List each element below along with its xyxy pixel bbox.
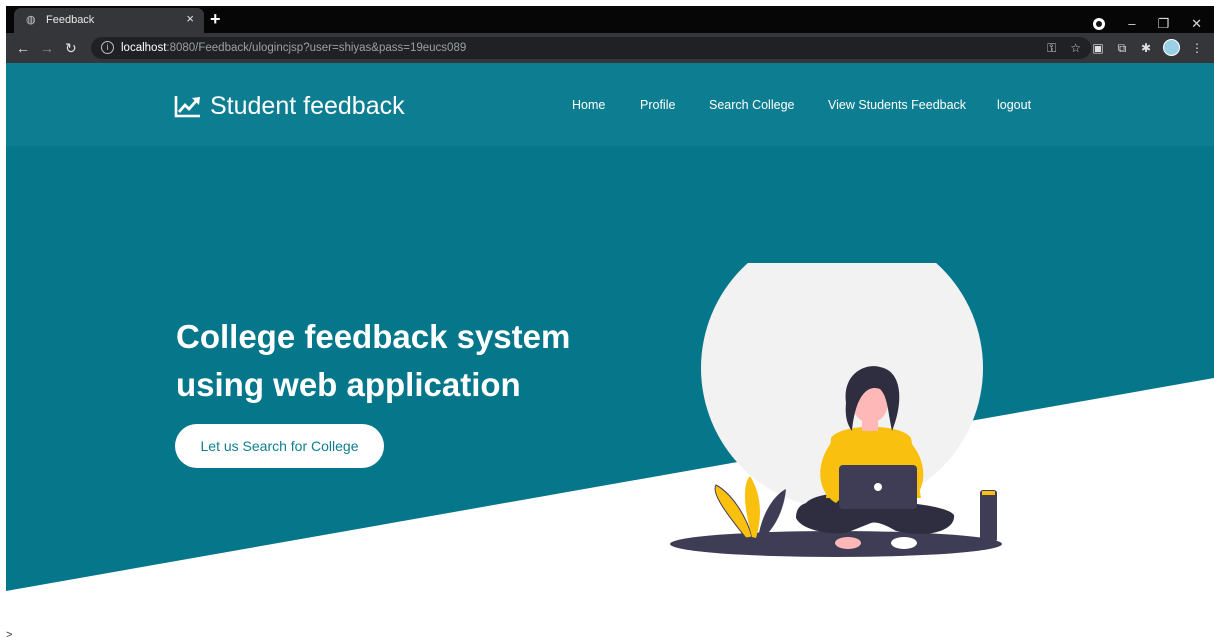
nav-view-students-feedback[interactable]: View Students Feedback (828, 97, 966, 113)
media-icon[interactable]: ▣ (1091, 41, 1105, 55)
search-college-button[interactable]: Let us Search for College (175, 424, 384, 468)
puzzle-icon[interactable]: ✱ (1139, 41, 1153, 55)
browser-window: – ❐ ✕ ◍ Feedback × + ← → ↻ i localhost:8… (0, 0, 1214, 643)
globe-icon: ◍ (26, 14, 36, 26)
reload-icon[interactable]: ↻ (65, 40, 77, 56)
site-info-icon[interactable]: i (101, 41, 114, 54)
stray-caret-text: > (6, 629, 13, 641)
back-arrow-icon[interactable]: ← (16, 40, 30, 56)
menu-dots-icon[interactable]: ⋮ (1190, 41, 1204, 55)
close-window-button[interactable]: ✕ (1191, 16, 1202, 32)
address-bar[interactable]: i localhost:8080/Feedback/ulogincjsp?use… (91, 37, 1091, 59)
window-controls: – ❐ ✕ (1128, 16, 1202, 32)
nav-profile[interactable]: Profile (640, 97, 675, 113)
woman-laptop-illustration (670, 263, 1002, 557)
omnibox-actions: ⚿ ☆ (1047, 40, 1081, 56)
restore-button[interactable]: ❐ (1157, 16, 1169, 32)
nav-search-college[interactable]: Search College (709, 97, 794, 113)
avatar[interactable] (1163, 39, 1180, 56)
site-header: Student feedback Home Profile Search Col… (6, 63, 1214, 146)
key-icon[interactable]: ⚿ (1047, 40, 1056, 56)
browser-toolbar: ← → ↻ i localhost:8080/Feedback/ulogincj… (6, 33, 1214, 63)
window-icon[interactable]: ⧉ (1115, 41, 1129, 55)
brand-logo[interactable]: Student feedback (174, 91, 405, 121)
minimize-button[interactable]: – (1128, 16, 1135, 32)
chart-line-icon (174, 96, 200, 118)
forward-arrow-icon[interactable]: → (40, 40, 54, 56)
browser-tab[interactable]: ◍ Feedback × (14, 8, 204, 33)
nav-logout[interactable]: logout (997, 97, 1031, 113)
hero-title: College feedback system using web applic… (176, 318, 571, 403)
new-tab-button[interactable]: + (210, 10, 221, 28)
url-text: localhost:8080/Feedback/ulogincjsp?user=… (121, 42, 467, 54)
star-icon[interactable]: ☆ (1070, 40, 1081, 56)
tab-close-icon[interactable]: × (186, 12, 194, 26)
profile-indicator-icon[interactable] (1093, 18, 1105, 30)
tab-title: Feedback (46, 14, 95, 26)
brand-name: Student feedback (210, 92, 405, 120)
nav-home[interactable]: Home (572, 97, 605, 113)
web-page: Student feedback Home Profile Search Col… (6, 63, 1214, 643)
extensions-area: ▣ ⧉ ✱ ⋮ (1091, 39, 1204, 56)
